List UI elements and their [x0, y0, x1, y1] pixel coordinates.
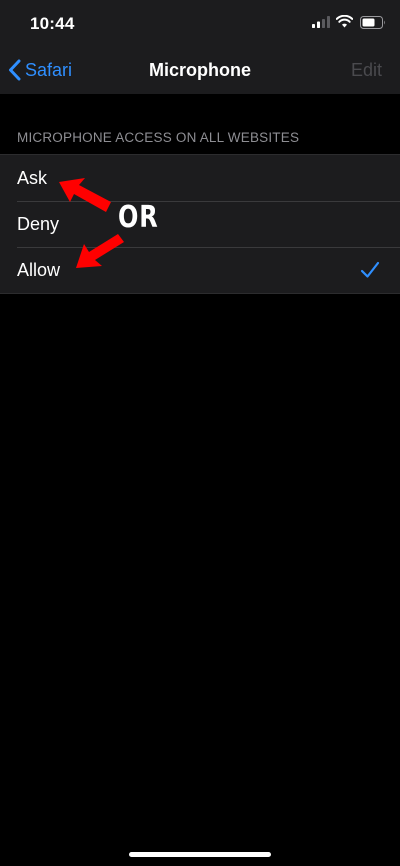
- arrow-annotation-allow: [76, 234, 124, 268]
- option-label: Ask: [17, 168, 48, 188]
- status-bar: 10:44: [0, 0, 400, 46]
- section-header: MICROPHONE ACCESS ON ALL WEBSITES: [17, 130, 300, 145]
- page-title: Microphone: [149, 60, 251, 80]
- option-label: Deny: [17, 214, 60, 234]
- edit-button[interactable]: Edit: [351, 60, 382, 81]
- or-annotation: OR: [118, 200, 159, 235]
- arrow-annotation-ask: [59, 178, 111, 212]
- navigation-bar: Safari Microphone Edit: [0, 46, 400, 94]
- option-allow[interactable]: Allow: [0, 247, 400, 293]
- option-label: Allow: [17, 260, 61, 280]
- home-indicator: [129, 852, 271, 857]
- battery-icon: [360, 16, 385, 29]
- wifi-icon: [336, 15, 353, 28]
- status-time: 10:44: [30, 14, 75, 33]
- signal-icon: [312, 16, 330, 28]
- checkmark-icon: [360, 261, 380, 278]
